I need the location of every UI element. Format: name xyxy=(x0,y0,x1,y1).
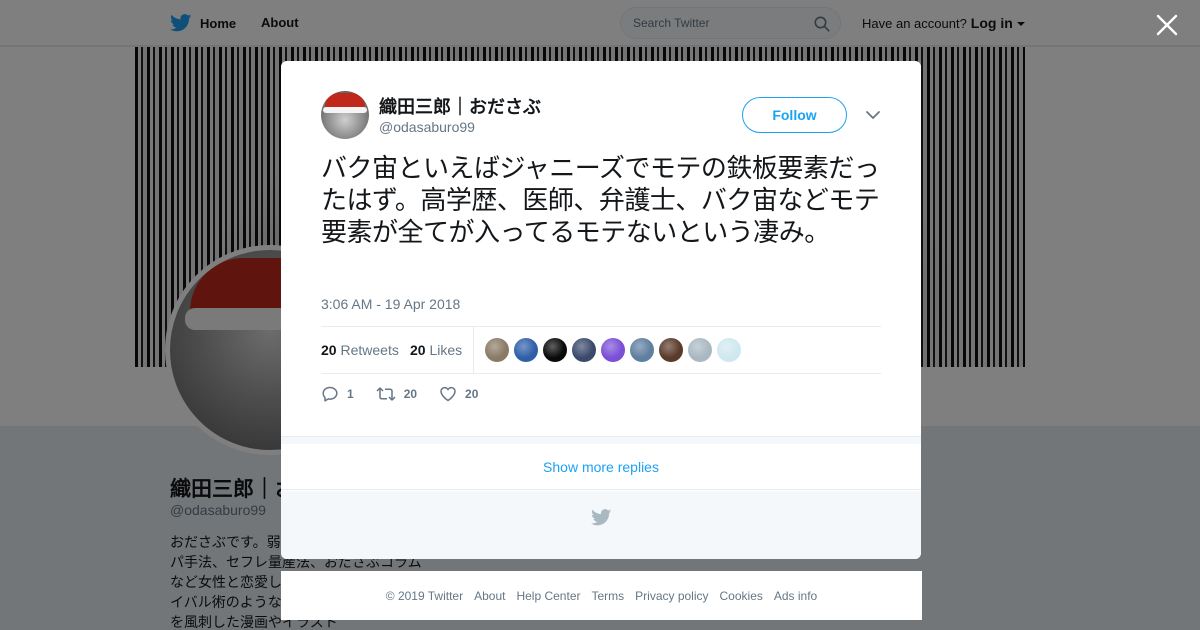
footer-link-terms[interactable]: Terms xyxy=(591,589,624,603)
retweet-action[interactable]: 20 xyxy=(376,385,417,403)
liker-avatar[interactable] xyxy=(572,338,596,362)
liker-avatar[interactable] xyxy=(688,338,712,362)
like-count: 20 xyxy=(465,387,479,401)
reply-icon xyxy=(322,386,338,402)
liker-avatar[interactable] xyxy=(601,338,625,362)
footer-link-cookies[interactable]: Cookies xyxy=(720,589,763,603)
tweet-actions: 1 20 20 xyxy=(321,385,500,403)
footer-link-help-center[interactable]: Help Center xyxy=(516,589,580,603)
liker-avatar[interactable] xyxy=(514,338,538,362)
footer-link-privacy-policy[interactable]: Privacy policy xyxy=(635,589,708,603)
twitter-bird-icon xyxy=(591,509,612,526)
tweet-author-handle[interactable]: @odasaburo99 xyxy=(379,119,475,135)
close-icon[interactable] xyxy=(1154,12,1180,38)
stats-divider xyxy=(473,327,474,373)
heart-icon xyxy=(440,386,456,402)
replies-divider xyxy=(281,436,921,444)
like-action[interactable]: 20 xyxy=(439,385,478,403)
footer-link-about[interactable]: About xyxy=(474,589,505,603)
tweet-author-name[interactable]: 織田三郎｜おださぶ xyxy=(379,93,541,119)
retweets-count: 20 xyxy=(321,342,337,358)
reply-action[interactable]: 1 xyxy=(321,385,354,403)
liker-avatar[interactable] xyxy=(717,338,741,362)
page-footer: © 2019 Twitter About Help Center Terms P… xyxy=(281,571,922,620)
reply-count: 1 xyxy=(347,387,354,401)
tweet-modal: 織田三郎｜おださぶ @odasaburo99 Follow バク宙といえばジャニ… xyxy=(281,61,921,559)
liker-avatars xyxy=(485,338,741,362)
retweets-stat[interactable]: 20 Retweets xyxy=(321,342,399,358)
tweet-stats: 20 Retweets 20 Likes xyxy=(321,326,881,374)
likes-count: 20 xyxy=(410,342,426,358)
follow-button[interactable]: Follow xyxy=(742,97,847,133)
footer-copyright: © 2019 Twitter xyxy=(385,588,464,603)
retweet-icon xyxy=(376,387,396,401)
retweets-label: Retweets xyxy=(340,342,399,358)
likes-stat[interactable]: 20 Likes xyxy=(410,342,462,358)
modal-footer xyxy=(281,491,921,559)
retweet-count: 20 xyxy=(403,387,418,401)
liker-avatar[interactable] xyxy=(543,338,567,362)
santa-hat-trim-shape xyxy=(323,107,367,113)
tweet-text: バク宙といえばジャニーズでモテの鉄板要素だったはず。高学歴、医師、弁護士、バク宙… xyxy=(321,154,880,248)
footer-link-ads-info[interactable]: Ads info xyxy=(774,589,817,603)
show-more-replies-link[interactable]: Show more replies xyxy=(281,444,921,490)
tweet-author-avatar[interactable] xyxy=(321,91,369,139)
liker-avatar[interactable] xyxy=(485,338,509,362)
permalink-tweet: 織田三郎｜おださぶ @odasaburo99 Follow バク宙といえばジャニ… xyxy=(281,61,921,436)
liker-avatar[interactable] xyxy=(659,338,683,362)
liker-avatar[interactable] xyxy=(630,338,654,362)
likes-label: Likes xyxy=(429,342,463,358)
chevron-down-icon[interactable] xyxy=(864,108,882,122)
tweet-timestamp[interactable]: 3:06 AM - 19 Apr 2018 xyxy=(321,296,460,312)
